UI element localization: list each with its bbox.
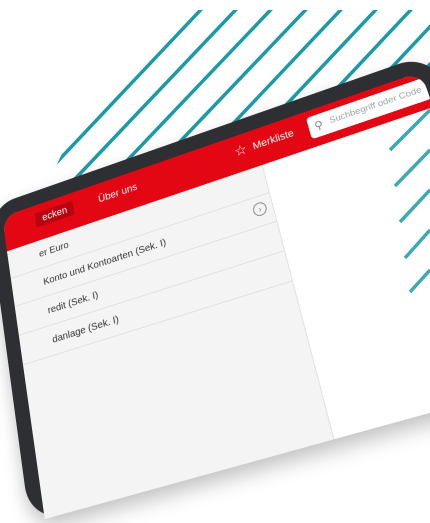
nav-tab-ecken[interactable]: ecken [35, 201, 75, 228]
merkliste-link[interactable]: Merkliste [252, 128, 296, 153]
sidebar-item-label: er Euro [38, 239, 69, 260]
tablet-device: ecken Über uns ☆ Merkliste ⚲ Suchbegriff… [0, 52, 430, 523]
nav-tab-ueber-uns[interactable]: Über uns [97, 182, 138, 206]
star-icon[interactable]: ☆ [232, 140, 248, 160]
search-input[interactable]: ⚲ Suchbegriff oder Code [306, 77, 430, 139]
tablet-screen: ecken Über uns ☆ Merkliste ⚲ Suchbegriff… [2, 72, 430, 519]
search-icon: ⚲ [312, 113, 326, 137]
search-placeholder: Suchbegriff oder Code [327, 80, 426, 133]
chevron-right-icon[interactable]: › [252, 200, 268, 217]
